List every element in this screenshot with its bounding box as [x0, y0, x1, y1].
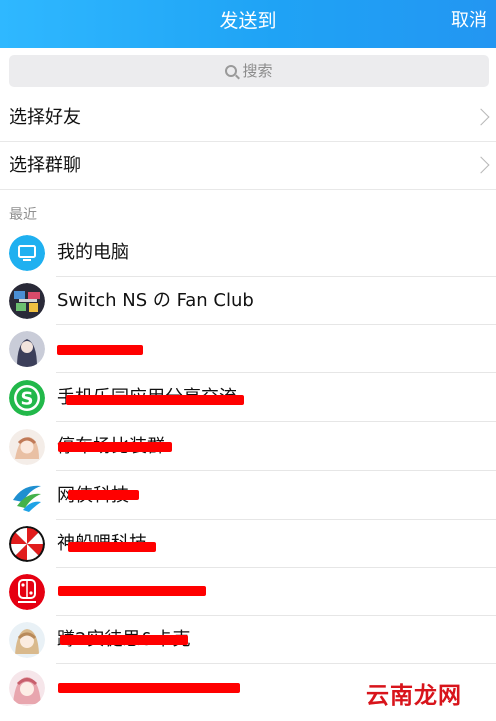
select-friends-label: 选择好友: [9, 107, 81, 128]
top-bar: 发送到 取消: [0, 0, 496, 48]
contact-row-my-computer[interactable]: 我的电脑: [0, 229, 496, 277]
search-input[interactable]: 搜索: [9, 55, 489, 87]
contact-row-3[interactable]: [0, 325, 496, 373]
contact-row-6[interactable]: 网侠科技: [0, 472, 496, 520]
divider: [56, 470, 496, 471]
contact-row-5[interactable]: 停车场比装群: [0, 423, 496, 471]
s-logo-icon: S: [9, 380, 45, 416]
contact-row-switch-fan-club[interactable]: Switch NS の Fan Club: [0, 277, 496, 325]
leaf-logo-icon: [9, 478, 45, 514]
chevron-right-icon: [472, 156, 490, 174]
redaction-bar: [57, 345, 143, 355]
redaction-bar: [58, 683, 240, 693]
divider: [56, 372, 496, 373]
select-groups-label: 选择群聊: [9, 155, 81, 176]
contact-row-4[interactable]: S 手机乐园应用分享交流: [0, 374, 496, 422]
user-avatar: [9, 331, 45, 367]
search-area: 搜索: [0, 48, 496, 94]
redaction-bar: [68, 490, 139, 500]
select-groups-row[interactable]: 选择群聊: [0, 142, 496, 190]
redaction-bar: [58, 586, 206, 596]
contact-name: Switch NS の Fan Club: [57, 290, 254, 311]
contact-row-7[interactable]: 神船哩科技: [0, 520, 496, 568]
user-avatar: [9, 622, 45, 658]
select-friends-row[interactable]: 选择好友: [0, 94, 496, 142]
svg-text:S: S: [21, 389, 34, 410]
nintendo-switch-icon: [9, 574, 45, 610]
chevron-right-icon: [472, 108, 490, 126]
redaction-bar: [58, 442, 172, 452]
divider: [56, 421, 496, 422]
recent-header: [0, 190, 496, 228]
contact-row-9[interactable]: 蹲2实徒思&卡克: [0, 616, 496, 664]
page-title: 发送到: [219, 10, 277, 32]
watermark-text: 云南龙网: [366, 683, 462, 709]
user-avatar: [9, 670, 45, 706]
search-icon: [225, 65, 238, 77]
contact-row-8[interactable]: [0, 568, 496, 616]
contact-name: 我的电脑: [57, 242, 129, 263]
redaction-bar: [60, 635, 188, 645]
computer-icon: [9, 235, 45, 271]
user-avatar: [9, 429, 45, 465]
redaction-bar: [66, 395, 244, 405]
redaction-bar: [68, 542, 156, 552]
recent-section-label: 最近: [9, 207, 37, 223]
group-avatar: [9, 283, 45, 319]
cancel-button[interactable]: 取消: [451, 0, 487, 42]
umbrella-logo-icon: [9, 526, 45, 562]
search-placeholder: 搜索: [242, 62, 273, 80]
